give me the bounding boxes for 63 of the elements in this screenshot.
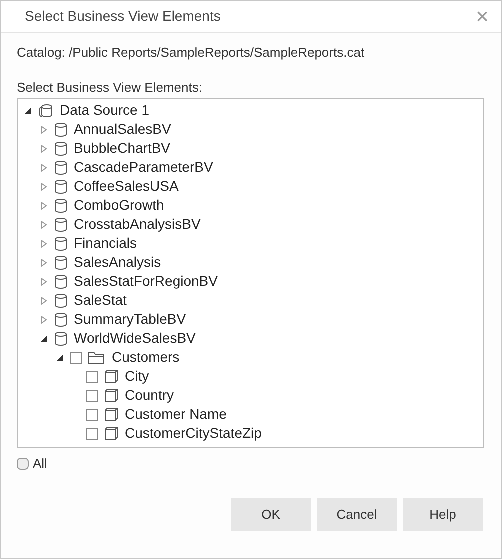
collapsed-arrow-icon[interactable]: [40, 240, 48, 248]
tree-item-label[interactable]: SummaryTableBV: [74, 309, 186, 330]
checkbox[interactable]: [86, 428, 98, 440]
collapsed-arrow-icon[interactable]: [40, 182, 48, 190]
dialog-button[interactable]: OK: [231, 498, 311, 531]
tree-item-label[interactable]: CrosstabAnalysisBV: [74, 214, 201, 235]
cylinder-icon: [54, 236, 68, 252]
checkbox[interactable]: [86, 370, 98, 382]
tree-item-label[interactable]: Customer Name: [125, 404, 227, 425]
column-icon: [104, 388, 119, 403]
tree-item-label[interactable]: SaleStat: [74, 290, 127, 311]
tree-item-label[interactable]: CascadeParameterBV: [74, 157, 214, 178]
column-icon: [104, 426, 119, 441]
cylinder-icon: [54, 178, 68, 194]
tree-item-label[interactable]: CoffeeSalesUSA: [74, 176, 179, 197]
dialog-button[interactable]: Help: [403, 498, 483, 531]
tree-item-label[interactable]: AnnualSalesBV: [74, 119, 172, 140]
tree-item-label[interactable]: Customers: [112, 347, 180, 368]
tree-item-label[interactable]: Data Source 1: [60, 100, 150, 121]
all-label[interactable]: All: [33, 456, 48, 472]
checkbox[interactable]: [86, 408, 98, 420]
cylinder-icon: [54, 160, 68, 176]
tree-item-label[interactable]: ComboGrowth: [74, 195, 164, 216]
cylinder-icon: [54, 198, 68, 214]
database-icon: [38, 102, 54, 118]
cylinder-icon: [54, 122, 68, 138]
checkbox[interactable]: [70, 352, 82, 364]
tree-item-label[interactable]: SalesStatForRegionBV: [74, 271, 218, 292]
folder-icon: [88, 350, 106, 364]
collapsed-arrow-icon[interactable]: [40, 164, 48, 172]
expanded-arrow-icon[interactable]: [40, 334, 48, 342]
collapsed-arrow-icon[interactable]: [40, 126, 48, 134]
checkbox[interactable]: [86, 390, 98, 402]
tree-item-label[interactable]: Financials: [74, 233, 138, 254]
cylinder-icon: [54, 330, 68, 346]
collapsed-arrow-icon[interactable]: [40, 296, 48, 304]
catalog-path: Catalog: /Public Reports/SampleReports/SampleReports.cat: [17, 45, 366, 61]
tree-item-label[interactable]: WorldWideSalesBV: [74, 328, 196, 349]
collapsed-arrow-icon[interactable]: [40, 278, 48, 286]
tree-item-label[interactable]: Country: [125, 385, 174, 406]
tree-item-label[interactable]: CustomerCityStateZip: [125, 423, 262, 444]
collapsed-arrow-icon[interactable]: [40, 258, 48, 266]
expanded-arrow-icon[interactable]: [24, 106, 32, 114]
collapsed-arrow-icon[interactable]: [40, 316, 48, 324]
collapsed-arrow-icon[interactable]: [40, 202, 48, 210]
column-icon: [104, 407, 119, 422]
cylinder-icon: [54, 140, 68, 156]
tree-item-label[interactable]: City: [125, 366, 150, 387]
cylinder-icon: [54, 254, 68, 270]
window-title: Select Business View Elements: [25, 7, 221, 26]
tree-item-label[interactable]: BubbleChartBV: [74, 138, 171, 159]
expanded-arrow-icon[interactable]: [56, 354, 64, 362]
checkbox[interactable]: [17, 458, 29, 470]
column-icon: [104, 369, 119, 384]
collapsed-arrow-icon[interactable]: [40, 220, 48, 228]
tree-label: Select Business View Elements:: [17, 80, 204, 96]
dialog-button[interactable]: Cancel: [317, 498, 397, 531]
collapsed-arrow-icon[interactable]: [40, 144, 48, 152]
cylinder-icon: [54, 216, 68, 232]
cylinder-icon: [54, 312, 68, 328]
cylinder-icon: [54, 292, 68, 308]
cylinder-icon: [54, 274, 68, 290]
tree-item-label[interactable]: SalesAnalysis: [74, 252, 162, 273]
